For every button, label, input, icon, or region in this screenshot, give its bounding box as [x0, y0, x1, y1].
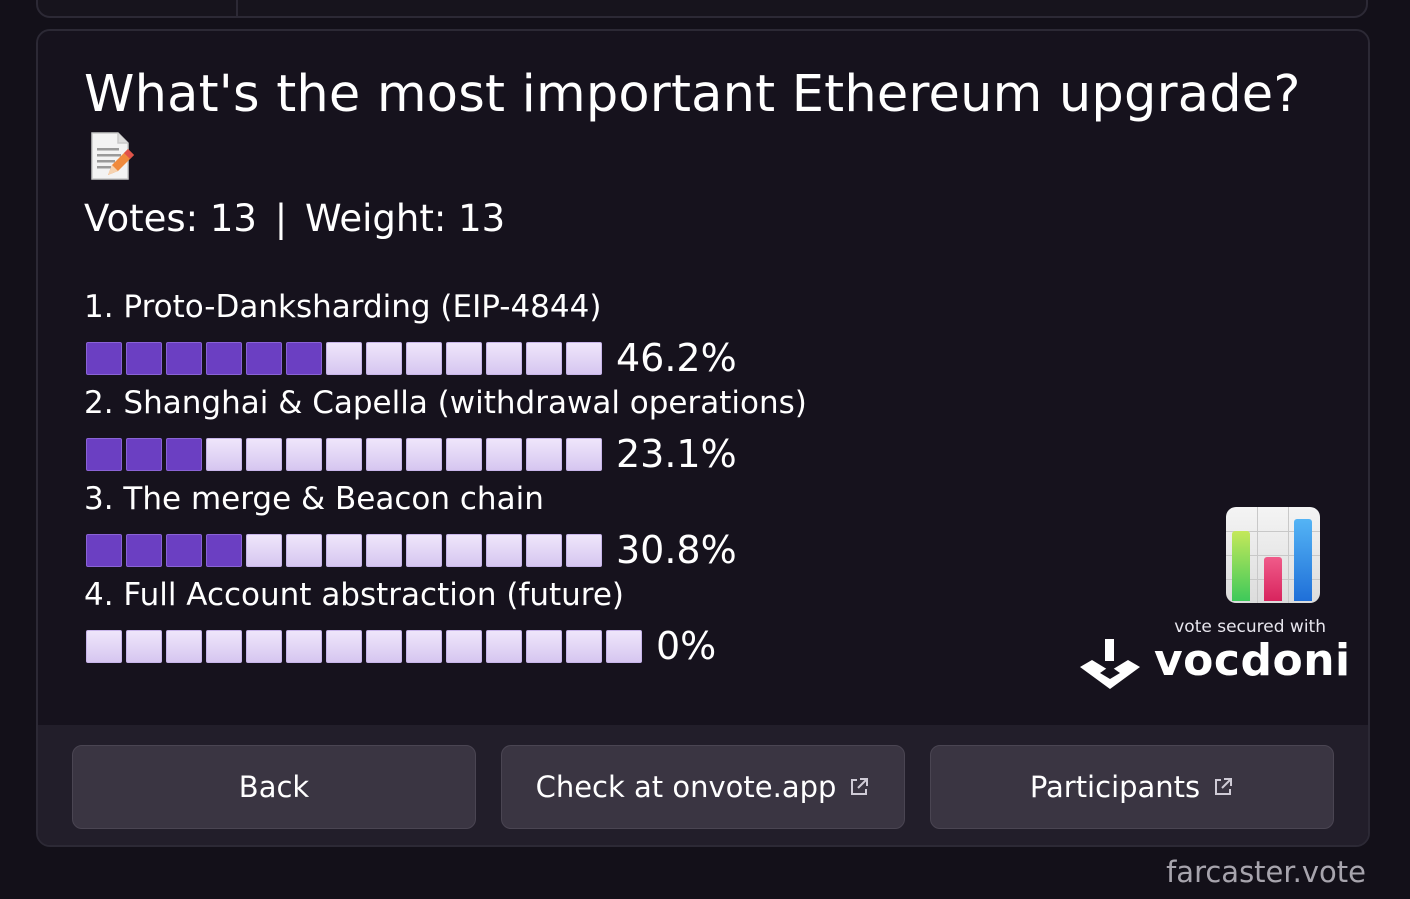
- bar-segment-filled: [86, 533, 122, 567]
- participants-label: Participants: [1029, 770, 1201, 804]
- bar-segment-filled: [166, 533, 202, 567]
- bar-segment-empty: [126, 629, 162, 663]
- option-2-bar: 23.1%: [86, 432, 737, 476]
- bar-segment-empty: [406, 341, 442, 375]
- bar-segment-filled: [86, 341, 122, 375]
- option-3-label: 3. The merge & Beacon chain: [84, 481, 544, 517]
- check-onvote-button[interactable]: Check at onvote.app: [501, 745, 905, 829]
- secured-with-label: vote secured with: [1174, 617, 1326, 637]
- option-3-percent: 30.8%: [616, 528, 737, 572]
- bar-segment-filled: [166, 341, 202, 375]
- bar-segment-empty: [286, 533, 322, 567]
- bar-segment-filled: [286, 341, 322, 375]
- bar-segment-empty: [566, 437, 602, 471]
- bar-segment-filled: [166, 437, 202, 471]
- bar-segment-empty: [406, 533, 442, 567]
- back-button[interactable]: Back: [72, 745, 476, 829]
- bar-segment-empty: [486, 341, 522, 375]
- external-link-icon: [1215, 778, 1233, 795]
- bar-segment-empty: [486, 437, 522, 471]
- poll-question: What's the most important Ethereum upgra…: [84, 65, 1301, 124]
- bar-segment-empty: [206, 629, 242, 663]
- bar-segment-filled: [86, 437, 122, 471]
- bar-segment-filled: [206, 341, 242, 375]
- vocdoni-logo-icon: [1080, 639, 1140, 689]
- bar-segment-empty: [286, 437, 322, 471]
- bar-segment-empty: [606, 629, 642, 663]
- bar-segment-empty: [326, 341, 362, 375]
- bar-segment-empty: [566, 533, 602, 567]
- previous-frame-card: [36, 0, 1368, 18]
- option-1-bar: 46.2%: [86, 336, 737, 380]
- bar-segment-empty: [246, 437, 282, 471]
- bar-segment-filled: [126, 437, 162, 471]
- poll-frame-image: What's the most important Ethereum upgra…: [38, 31, 1368, 725]
- bar-segment-empty: [446, 437, 482, 471]
- option-2-percent: 23.1%: [616, 432, 737, 476]
- previous-frame-divider: [236, 0, 238, 16]
- memo-icon: [91, 132, 134, 180]
- poll-summary: Votes: 13 | Weight: 13: [84, 197, 505, 240]
- vocdoni-wordmark: vocdoni: [1154, 635, 1351, 686]
- bar-segment-empty: [566, 629, 602, 663]
- bar-segment-empty: [406, 629, 442, 663]
- option-1-label: 1. Proto-Danksharding (EIP-4844): [84, 289, 602, 325]
- bar-segment-empty: [406, 437, 442, 471]
- action-bar: Back Check at onvote.app Participants: [38, 725, 1368, 845]
- option-4-percent: 0%: [656, 624, 717, 668]
- participants-button[interactable]: Participants: [930, 745, 1334, 829]
- check-onvote-label: Check at onvote.app: [535, 770, 837, 804]
- bar-segment-empty: [366, 629, 402, 663]
- bar-segment-empty: [326, 437, 362, 471]
- bar-segment-empty: [486, 629, 522, 663]
- bar-segment-empty: [366, 437, 402, 471]
- bar-segment-empty: [246, 629, 282, 663]
- external-link-icon: [851, 778, 869, 795]
- bar-segment-empty: [206, 437, 242, 471]
- votes-count: Votes: 13: [84, 197, 257, 240]
- option-4-label: 4. Full Account abstraction (future): [84, 577, 625, 613]
- bar-segment-empty: [446, 341, 482, 375]
- bar-segment-empty: [446, 533, 482, 567]
- summary-separator: |: [274, 197, 288, 240]
- bar-segment-empty: [366, 341, 402, 375]
- bar-segment-empty: [566, 341, 602, 375]
- bar-segment-empty: [326, 629, 362, 663]
- bar-segment-empty: [526, 341, 562, 375]
- bar-segment-empty: [326, 533, 362, 567]
- bar-segment-empty: [286, 629, 322, 663]
- bar-segment-filled: [246, 341, 282, 375]
- bar-segment-filled: [126, 533, 162, 567]
- bar-segment-empty: [166, 629, 202, 663]
- poll-card: What's the most important Ethereum upgra…: [36, 29, 1370, 847]
- option-2-label: 2. Shanghai & Capella (withdrawal operat…: [84, 385, 807, 421]
- bar-segment-empty: [486, 533, 522, 567]
- weight-count: Weight: 13: [304, 197, 506, 240]
- bar-segment-empty: [526, 437, 562, 471]
- bar-segment-empty: [86, 629, 122, 663]
- bar-segment-filled: [126, 341, 162, 375]
- footer-domain: farcaster.vote: [1166, 855, 1366, 889]
- option-3-bar: 30.8%: [86, 528, 737, 572]
- bar-segment-empty: [246, 533, 282, 567]
- back-button-label: Back: [238, 770, 310, 804]
- bar-segment-empty: [526, 629, 562, 663]
- bar-segment-filled: [206, 533, 242, 567]
- bar-chart-icon: [1226, 507, 1320, 603]
- bar-segment-empty: [366, 533, 402, 567]
- bar-segment-empty: [526, 533, 562, 567]
- option-4-bar: 0%: [86, 624, 716, 668]
- bar-segment-empty: [446, 629, 482, 663]
- option-1-percent: 46.2%: [616, 336, 737, 380]
